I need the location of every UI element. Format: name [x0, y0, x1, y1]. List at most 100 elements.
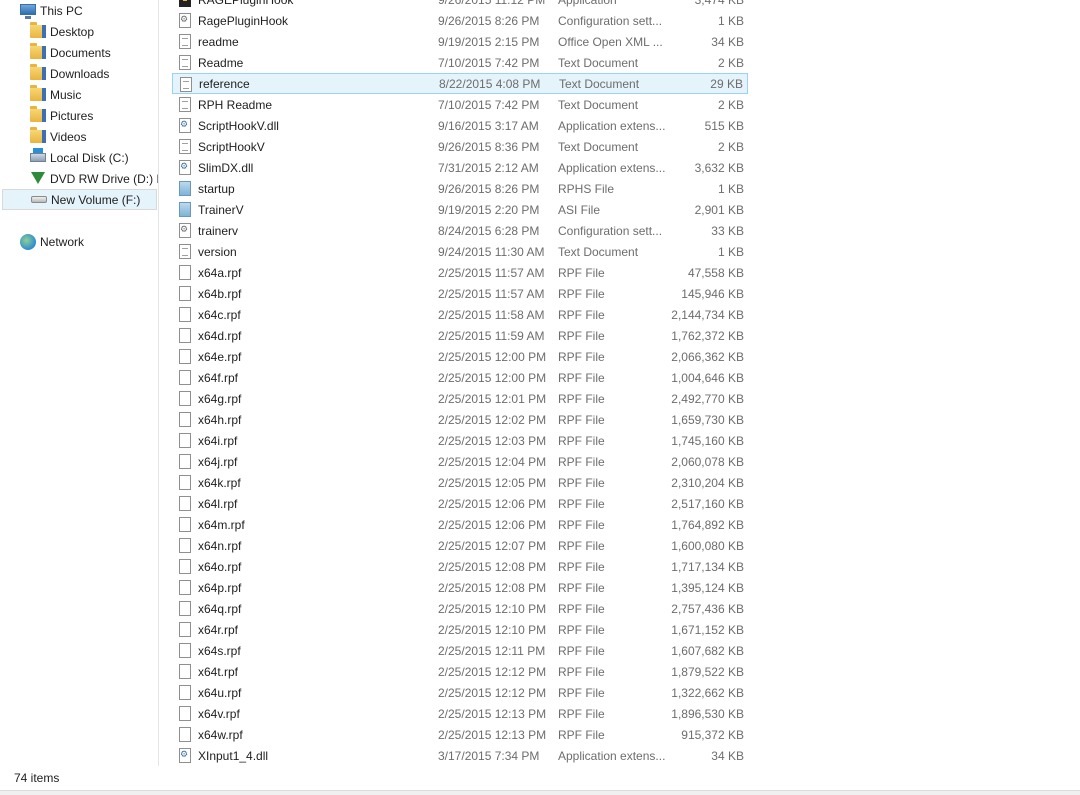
file-size: 2 KB: [717, 139, 744, 154]
file-row[interactable]: x64k.rpf 2/25/2015 12:05 PM RPF File 2,310,…: [172, 472, 748, 493]
file-blue-icon: [179, 202, 191, 217]
file-date: 9/26/2015 8:26 PM: [438, 181, 540, 196]
file-type: Application extens...: [558, 748, 666, 763]
drive-icon: [31, 196, 47, 203]
nav-item-videos[interactable]: Videos: [30, 126, 86, 147]
file-blank-icon: [179, 622, 191, 637]
file-name: x64m.rpf: [198, 517, 245, 532]
file-blank-icon: [179, 580, 191, 595]
file-blank-icon: [179, 349, 191, 364]
file-row[interactable]: x64i.rpf 2/25/2015 12:03 PM RPF File 1,745,…: [172, 430, 748, 451]
file-date: 2/25/2015 12:12 PM: [438, 685, 547, 700]
file-row[interactable]: x64c.rpf 2/25/2015 11:58 AM RPF File 2,144,…: [172, 304, 748, 325]
file-name: TrainerV: [198, 202, 244, 217]
file-type: RPF File: [558, 580, 605, 595]
file-size: 1,762,372 KB: [671, 328, 744, 343]
file-row[interactable]: x64u.rpf 2/25/2015 12:12 PM RPF File 1,322,…: [172, 682, 748, 703]
file-row[interactable]: startup 9/26/2015 8:26 PM RPHS File 1 KB: [172, 178, 748, 199]
file-date: 9/19/2015 2:20 PM: [438, 202, 540, 217]
nav-item-network[interactable]: Network: [20, 231, 84, 252]
nav-item-pictures[interactable]: Pictures: [30, 105, 93, 126]
file-size: 1,717,134 KB: [671, 559, 744, 574]
file-row[interactable]: Readme 7/10/2015 7:42 PM Text Document 2 KB: [172, 52, 748, 73]
file-type: Text Document: [559, 76, 640, 91]
file-row[interactable]: RAGEPluginHook 9/26/2015 11:12 PM Applicat…: [172, 0, 748, 10]
nav-item-local-disk-c[interactable]: Local Disk (C:): [30, 147, 129, 168]
file-row[interactable]: x64p.rpf 2/25/2015 12:08 PM RPF File 1,395,…: [172, 577, 748, 598]
folder-icon: [30, 106, 46, 122]
file-row[interactable]: x64s.rpf 2/25/2015 12:11 PM RPF File 1,607,…: [172, 640, 748, 661]
file-row[interactable]: ScriptHookV 9/26/2015 8:36 PM Text Documen…: [172, 136, 748, 157]
file-blue-icon: [179, 181, 191, 196]
nav-item-documents[interactable]: Documents: [30, 42, 111, 63]
file-txt-icon: [180, 77, 192, 92]
file-size: 1,600,080 KB: [671, 538, 744, 553]
pane-divider[interactable]: [158, 0, 159, 766]
file-row[interactable]: x64g.rpf 2/25/2015 12:01 PM RPF File 2,492,…: [172, 388, 748, 409]
file-row[interactable]: x64q.rpf 2/25/2015 12:10 PM RPF File 2,757,…: [172, 598, 748, 619]
file-txt-icon: [179, 139, 191, 154]
file-date: 9/24/2015 11:30 AM: [438, 244, 545, 259]
file-row[interactable]: x64h.rpf 2/25/2015 12:02 PM RPF File 1,659,…: [172, 409, 748, 430]
file-row[interactable]: SlimDX.dll 7/31/2015 2:12 AM Application e…: [172, 157, 748, 178]
file-row[interactable]: x64l.rpf 2/25/2015 12:06 PM RPF File 2,517,…: [172, 493, 748, 514]
nav-item-this-pc[interactable]: This PC: [20, 0, 83, 21]
file-name: RagePluginHook: [198, 13, 289, 28]
file-row[interactable]: x64b.rpf 2/25/2015 11:57 AM RPF File 145,94…: [172, 283, 748, 304]
file-type: Application: [558, 0, 670, 7]
file-size: 29 KB: [710, 76, 743, 91]
file-date: 2/25/2015 12:03 PM: [438, 433, 547, 448]
file-row[interactable]: x64d.rpf 2/25/2015 11:59 AM RPF File 1,762,…: [172, 325, 748, 346]
file-row[interactable]: trainerv 8/24/2015 6:28 PM Configuration s…: [172, 220, 748, 241]
file-type: RPF File: [558, 538, 605, 553]
file-row[interactable]: version 9/24/2015 11:30 AM Text Document 1 …: [172, 241, 748, 262]
file-type: RPF File: [558, 328, 605, 343]
nav-item-new-volume-f[interactable]: New Volume (F:): [2, 189, 157, 210]
file-size: 145,946 KB: [681, 286, 744, 301]
file-row[interactable]: x64j.rpf 2/25/2015 12:04 PM RPF File 2,060,…: [172, 451, 748, 472]
file-row[interactable]: RPH Readme 7/10/2015 7:42 PM Text Document…: [172, 94, 748, 115]
file-name: Readme: [198, 55, 244, 70]
nav-item-music[interactable]: Music: [30, 84, 81, 105]
file-blank-icon: [179, 370, 191, 385]
file-name: x64o.rpf: [198, 559, 242, 574]
file-blank-icon: [179, 664, 191, 679]
file-date: 2/25/2015 12:13 PM: [438, 706, 547, 721]
file-size: 2,757,436 KB: [671, 601, 744, 616]
file-type: RPF File: [558, 517, 605, 532]
file-size: 1 KB: [717, 13, 744, 28]
file-type: Text Document: [558, 97, 639, 112]
file-type: RPF File: [558, 349, 605, 364]
file-name: readme: [198, 34, 239, 49]
file-type: RPF File: [558, 559, 605, 574]
file-txt-icon: [179, 34, 191, 49]
nav-item-dvd-rw-drive-d-d[interactable]: DVD RW Drive (D:) D: [30, 168, 158, 189]
file-row[interactable]: x64m.rpf 2/25/2015 12:06 PM RPF File 1,764,…: [172, 514, 748, 535]
file-row[interactable]: reference 8/22/2015 4:08 PM Text Document 2…: [172, 73, 748, 94]
file-size: 2 KB: [717, 97, 744, 112]
file-row[interactable]: XInput1_4.dll 3/17/2015 7:34 PM Applicatio…: [172, 745, 748, 766]
file-blank-icon: [179, 706, 191, 721]
file-row[interactable]: x64r.rpf 2/25/2015 12:10 PM RPF File 1,671,…: [172, 619, 748, 640]
file-row[interactable]: readme 9/19/2015 2:15 PM Office Open XML .…: [172, 31, 748, 52]
folder-icon: [30, 22, 46, 38]
file-row[interactable]: x64n.rpf 2/25/2015 12:07 PM RPF File 1,600,…: [172, 535, 748, 556]
file-name: RAGEPluginHook: [198, 0, 293, 7]
file-row[interactable]: x64w.rpf 2/25/2015 12:13 PM RPF File 915,37…: [172, 724, 748, 745]
file-date: 2/25/2015 12:13 PM: [438, 727, 547, 742]
file-row[interactable]: RagePluginHook 9/26/2015 8:26 PM Configura…: [172, 10, 748, 31]
nav-item-desktop[interactable]: Desktop: [30, 21, 94, 42]
file-date: 9/16/2015 3:17 AM: [438, 118, 539, 133]
file-row[interactable]: x64o.rpf 2/25/2015 12:08 PM RPF File 1,717,…: [172, 556, 748, 577]
file-size: 33 KB: [711, 223, 744, 238]
nav-item-downloads[interactable]: Downloads: [30, 63, 109, 84]
file-row[interactable]: x64f.rpf 2/25/2015 12:00 PM RPF File 1,004,…: [172, 367, 748, 388]
file-date: 2/25/2015 12:04 PM: [438, 454, 547, 469]
file-row[interactable]: ScriptHookV.dll 9/16/2015 3:17 AM Applicat…: [172, 115, 748, 136]
file-row[interactable]: x64v.rpf 2/25/2015 12:13 PM RPF File 1,896,…: [172, 703, 748, 724]
file-row[interactable]: x64a.rpf 2/25/2015 11:57 AM RPF File 47,558…: [172, 262, 748, 283]
file-size: 1,395,124 KB: [671, 580, 744, 595]
file-row[interactable]: x64t.rpf 2/25/2015 12:12 PM RPF File 1,879,…: [172, 661, 748, 682]
file-row[interactable]: TrainerV 9/19/2015 2:20 PM ASI File 2,901 K…: [172, 199, 748, 220]
file-row[interactable]: x64e.rpf 2/25/2015 12:00 PM RPF File 2,066,…: [172, 346, 748, 367]
